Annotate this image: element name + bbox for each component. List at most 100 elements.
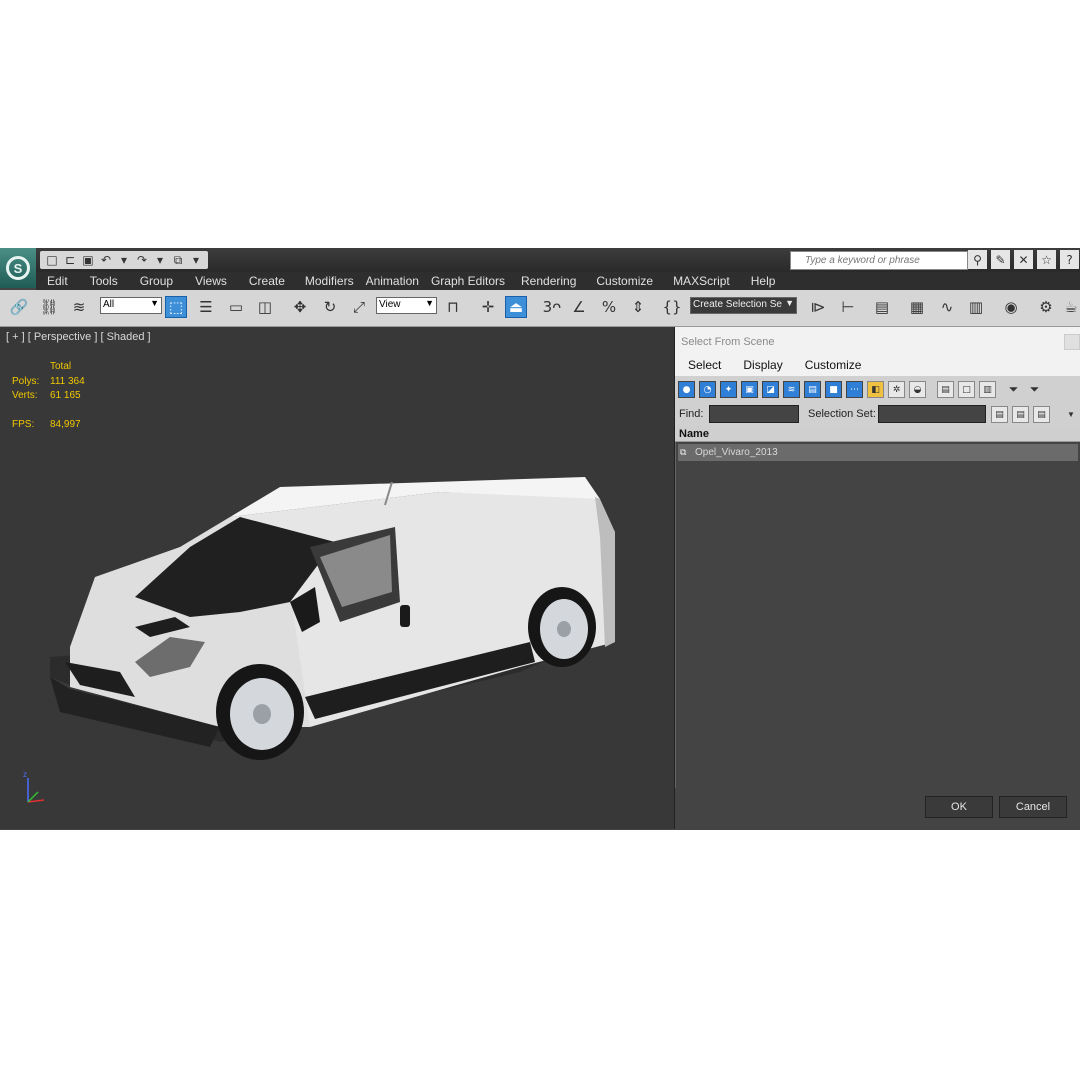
display-bones-icon[interactable]: ⋯	[846, 381, 863, 398]
menu-create[interactable]: Create	[238, 272, 296, 290]
menu-tools[interactable]: Tools	[79, 272, 129, 290]
selection-set-dropdown[interactable]	[878, 405, 986, 423]
open-icon[interactable]: ⊏	[62, 251, 78, 269]
window-crossing-icon[interactable]: ◫	[254, 296, 276, 318]
select-object-icon[interactable]: ⬚	[165, 296, 187, 318]
display-lights-icon[interactable]: ✦	[720, 381, 737, 398]
find-label: Find:	[679, 408, 704, 420]
dialog-close-button[interactable]	[1064, 334, 1080, 350]
display-xrefs-icon[interactable]: ■	[825, 381, 842, 398]
mirror-icon[interactable]: ⧐	[807, 296, 829, 318]
dialog-menu-select[interactable]: Select	[675, 353, 730, 376]
bind-space-warp-icon[interactable]: ≋	[68, 296, 90, 318]
redo-icon[interactable]: ↷	[134, 251, 150, 269]
select-all-icon[interactable]: ▤	[937, 381, 954, 398]
menu-customize[interactable]: Customize	[586, 272, 663, 290]
menu-maxscript[interactable]: MAXScript	[663, 272, 740, 290]
unlink-icon[interactable]: ⛓	[38, 296, 60, 318]
display-helpers-icon[interactable]: ◪	[762, 381, 779, 398]
viewport-label[interactable]: [ + ] [ Perspective ] [ Shaded ]	[6, 331, 151, 343]
select-and-scale-icon[interactable]: ⤢	[348, 296, 370, 318]
named-selection-set-value: Create Selection Se	[693, 299, 782, 310]
binoculars-icon[interactable]: ⚲	[968, 250, 987, 269]
menu-modifiers[interactable]: Modifiers	[296, 272, 360, 290]
pivot-center-icon[interactable]: ⊓	[442, 296, 464, 318]
application-button[interactable]: S	[0, 248, 36, 288]
options-chevron-icon[interactable]: ▼	[1067, 410, 1075, 419]
dialog-menu-customize[interactable]: Customize	[792, 353, 871, 376]
filter-icon[interactable]: ⏷	[1005, 381, 1022, 398]
add-to-set-icon[interactable]: ▤	[991, 406, 1008, 423]
schematic-view-icon[interactable]: ▥	[965, 296, 987, 318]
select-and-link-icon[interactable]: 🔗	[8, 296, 30, 318]
project-icon[interactable]: ⧉	[170, 251, 186, 269]
percent-snap-icon[interactable]: %	[598, 296, 620, 318]
display-groups-icon[interactable]: ▤	[804, 381, 821, 398]
tools-icon[interactable]: ✎	[991, 250, 1010, 269]
search-input[interactable]: Type a keyword or phrase	[790, 251, 968, 270]
layer-manager-icon[interactable]: ▤	[871, 296, 893, 318]
edit-named-selection-icon[interactable]: {}	[661, 296, 683, 318]
select-and-move-icon[interactable]: ✥	[289, 296, 311, 318]
select-none-icon[interactable]: □	[958, 381, 975, 398]
dialog-footer: OK Cancel	[675, 790, 1080, 829]
dialog-menu-display[interactable]: Display	[730, 353, 791, 376]
undo-dropdown-icon[interactable]: ▾	[116, 251, 132, 269]
van-3d-model[interactable]	[40, 427, 630, 777]
display-geometry-icon[interactable]: ●	[678, 381, 695, 398]
ok-button[interactable]: OK	[925, 796, 993, 818]
display-frozen-icon[interactable]: ✲	[888, 381, 905, 398]
remove-from-set-icon[interactable]: ▤	[1012, 406, 1029, 423]
select-and-rotate-icon[interactable]: ↻	[319, 296, 341, 318]
select-by-name-icon[interactable]: ☰	[195, 296, 217, 318]
menu-edit[interactable]: Edit	[36, 272, 79, 290]
named-selection-set-dropdown[interactable]: Create Selection Se ▼	[690, 297, 797, 314]
snaps-toggle-icon[interactable]: 3ᴖ	[541, 296, 563, 318]
material-editor-icon[interactable]: ◉	[1000, 296, 1022, 318]
app-logo-icon: S	[6, 256, 30, 280]
display-hidden-icon[interactable]: ◒	[909, 381, 926, 398]
selection-filter-dropdown[interactable]: All ▼	[100, 297, 162, 314]
scene-object-list[interactable]: ⧉ Opel_Vivaro_2013	[675, 442, 1080, 788]
qat-dropdown-icon[interactable]: ▾	[188, 251, 204, 269]
verts-label: Verts:	[12, 390, 38, 401]
curve-editor-icon[interactable]: ∿	[936, 296, 958, 318]
new-icon[interactable]: □	[44, 251, 60, 269]
satellite-icon[interactable]: ✕	[1014, 250, 1033, 269]
display-space-warps-icon[interactable]: ≋	[783, 381, 800, 398]
name-column-header[interactable]: Name	[675, 426, 1080, 442]
select-invert-icon[interactable]: ▥	[979, 381, 996, 398]
menu-rendering[interactable]: Rendering	[513, 272, 586, 290]
align-icon[interactable]: ⊢	[837, 296, 859, 318]
set-options-icon[interactable]: ▤	[1033, 406, 1050, 423]
list-item[interactable]: ⧉ Opel_Vivaro_2013	[678, 444, 1078, 461]
render-setup-icon[interactable]: ⚙	[1035, 296, 1057, 318]
manipulate-icon[interactable]: ✛	[477, 296, 499, 318]
save-icon[interactable]: ▣	[80, 251, 96, 269]
reference-coordinate-dropdown[interactable]: View ▼	[376, 297, 437, 314]
chevron-down-icon: ▼	[425, 298, 434, 308]
graphite-ribbon-icon[interactable]: ▦	[906, 296, 928, 318]
rendered-frame-window-icon[interactable]: ☕	[1060, 296, 1080, 318]
redo-dropdown-icon[interactable]: ▾	[152, 251, 168, 269]
angle-snap-icon[interactable]: ∠	[568, 296, 590, 318]
keyboard-shortcut-override-icon[interactable]: ⏏	[505, 296, 527, 318]
menu-graph-editors[interactable]: Graph Editors	[425, 272, 513, 290]
menu-animation[interactable]: Animation	[360, 272, 425, 290]
rectangular-selection-icon[interactable]: ▭	[225, 296, 247, 318]
dialog-filter-toolbar: ● ◔ ✦ ▣ ◪ ≋ ▤ ■ ⋯ ◧ ✲ ◒ ▤ □ ▥ ⏷ ⏷	[675, 376, 1080, 402]
help-icon[interactable]: ?	[1060, 250, 1079, 269]
display-cameras-icon[interactable]: ▣	[741, 381, 758, 398]
find-input[interactable]	[709, 405, 799, 423]
perspective-viewport[interactable]: [ + ] [ Perspective ] [ Shaded ] Total P…	[0, 327, 675, 829]
filter-settings-icon[interactable]: ⏷	[1026, 381, 1043, 398]
display-shapes-icon[interactable]: ◔	[699, 381, 716, 398]
menu-group[interactable]: Group	[129, 272, 184, 290]
spinner-snap-icon[interactable]: ⇕	[627, 296, 649, 318]
menu-help[interactable]: Help	[740, 272, 787, 290]
cancel-button[interactable]: Cancel	[999, 796, 1067, 818]
undo-icon[interactable]: ↶	[98, 251, 114, 269]
menu-views[interactable]: Views	[184, 272, 238, 290]
display-containers-icon[interactable]: ◧	[867, 381, 884, 398]
star-icon[interactable]: ☆	[1037, 250, 1056, 269]
